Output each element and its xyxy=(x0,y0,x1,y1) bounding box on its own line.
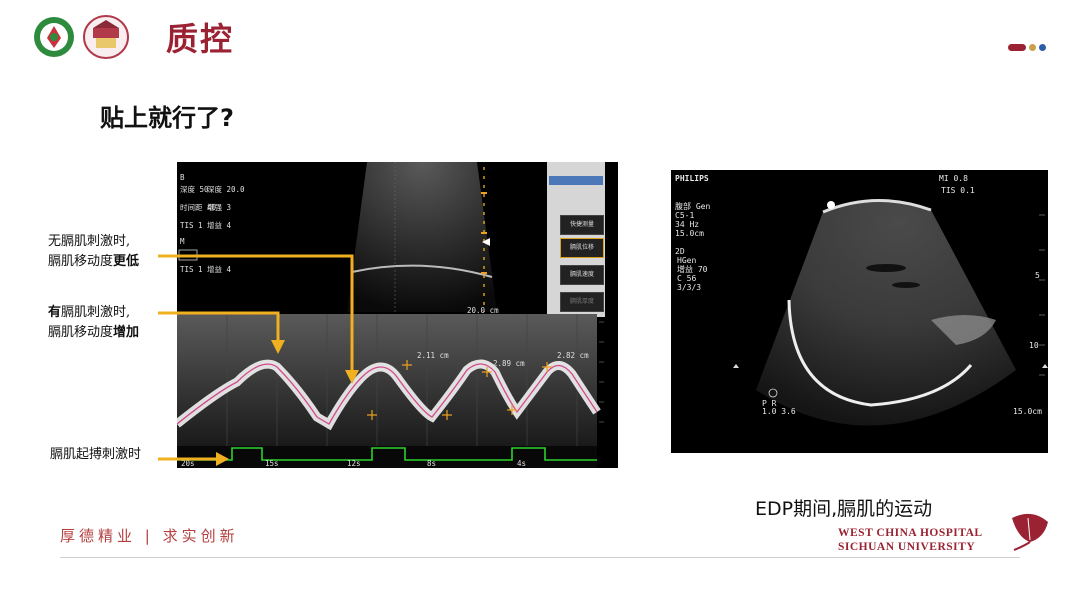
arrow-no-stim xyxy=(158,254,354,374)
scale-label: 1.0 3.6 xyxy=(762,407,796,416)
param-8: C 56 xyxy=(677,274,696,283)
footer-motto: 厚德精业 | 求实创新 xyxy=(60,527,239,545)
hospital-line1: WEST CHINA HOSPITAL xyxy=(838,527,983,539)
tis-label: TIS 0.1 xyxy=(941,186,975,195)
param-6: HGen xyxy=(677,256,696,265)
param-3: 15.0cm xyxy=(675,229,704,238)
ginkgo-leaf-icon xyxy=(1002,508,1052,552)
param-5: 2D xyxy=(675,247,685,256)
brand-label: PHILIPS xyxy=(675,174,709,183)
mi-label: MI 0.8 xyxy=(939,174,968,183)
footer-divider xyxy=(60,557,1020,558)
svg-text:10: 10 xyxy=(1029,341,1039,350)
hospital-line2: SICHUAN UNIVERSITY xyxy=(838,541,976,553)
arrow-with-stim xyxy=(158,311,280,344)
svg-text:5: 5 xyxy=(1035,271,1040,280)
param-1: C5-1 xyxy=(675,211,694,220)
param-9: 3/3/3 xyxy=(677,283,701,292)
image-caption: EDP期间,膈肌的运动 xyxy=(755,498,933,520)
param-7: 增益 70 xyxy=(677,264,708,274)
param-2: 34 Hz xyxy=(675,220,699,229)
ultrasound-bmode-image: PHILIPS MI 0.8 TIS 0.1 腹部 Gen C5-1 34 Hz… xyxy=(671,170,1048,453)
param-0: 腹部 Gen xyxy=(675,201,710,211)
depth-label: 15.0cm xyxy=(1013,407,1042,416)
liver-fan xyxy=(756,200,1016,426)
footer-hospital-name: WEST CHINA HOSPITAL SICHUAN UNIVERSITY xyxy=(838,526,983,554)
